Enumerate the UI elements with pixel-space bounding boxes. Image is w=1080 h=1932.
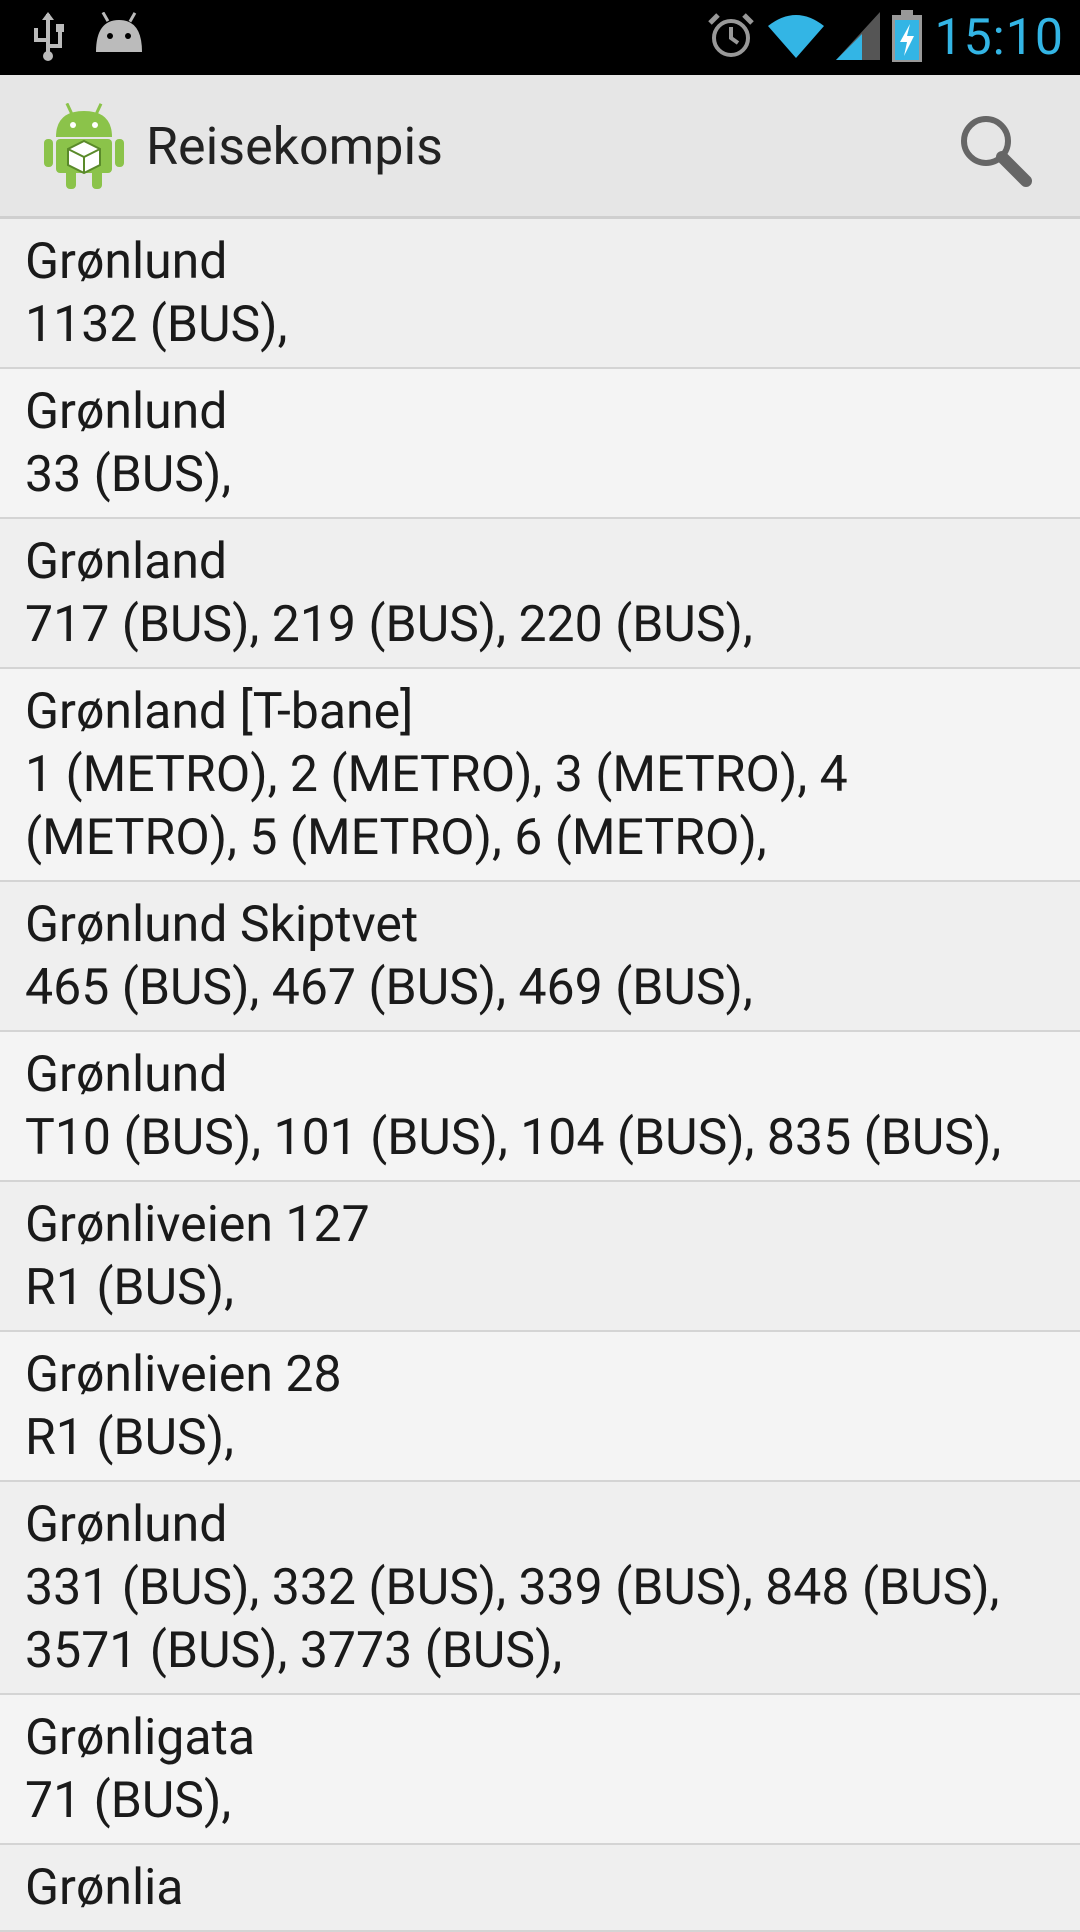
search-icon[interactable] xyxy=(950,105,1040,195)
cell-signal-icon xyxy=(836,12,881,64)
usb-icon xyxy=(30,12,66,66)
list-item[interactable]: Grønlia xyxy=(0,1845,1080,1932)
stop-routes: 331 (BUS), 332 (BUS), 339 (BUS), 848 (BU… xyxy=(25,1559,1000,1680)
wifi-icon xyxy=(768,12,825,64)
list-item[interactable]: Grønlund 1132 (BUS), xyxy=(0,219,1080,369)
stop-name: Grønliveien 28 xyxy=(25,1346,342,1404)
stop-name: Grønlund xyxy=(25,1046,228,1104)
list-item[interactable]: Grønliveien 28 R1 (BUS), xyxy=(0,1332,1080,1482)
action-bar: Reisekompis xyxy=(0,75,1080,219)
app-title: Reisekompis xyxy=(146,116,443,177)
stop-routes: 33 (BUS), xyxy=(25,446,232,504)
list-item[interactable]: Grønligata 71 (BUS), xyxy=(0,1695,1080,1845)
alarm-icon xyxy=(706,11,756,65)
list-item[interactable]: Grønland 717 (BUS), 219 (BUS), 220 (BUS)… xyxy=(0,519,1080,669)
stop-routes: R1 (BUS), xyxy=(25,1259,234,1317)
stop-name: Grønlund xyxy=(25,233,228,291)
stop-routes: T10 (BUS), 101 (BUS), 104 (BUS), 835 (BU… xyxy=(25,1109,1002,1167)
list-item[interactable]: Grønliveien 127 R1 (BUS), xyxy=(0,1182,1080,1332)
status-time: 15:10 xyxy=(934,9,1064,67)
status-bar: 15:10 xyxy=(0,0,1080,75)
stop-routes: 717 (BUS), 219 (BUS), 220 (BUS), xyxy=(25,596,753,654)
stop-name: Grønlund xyxy=(25,1496,228,1554)
stop-name: Grønland [T-bane] xyxy=(25,683,414,741)
stop-name: Grønlund xyxy=(25,383,228,441)
stop-name: Grønlund Skiptvet xyxy=(25,896,419,954)
stop-routes: R1 (BUS), xyxy=(25,1409,234,1467)
stop-name: Grønliveien 127 xyxy=(25,1196,370,1254)
list-item[interactable]: Grønlund Skiptvet 465 (BUS), 467 (BUS), … xyxy=(0,882,1080,1032)
stop-routes: 71 (BUS), xyxy=(25,1772,232,1830)
list-item[interactable]: Grønlund 33 (BUS), xyxy=(0,369,1080,519)
stop-routes: 465 (BUS), 467 (BUS), 469 (BUS), xyxy=(25,959,753,1017)
list-item[interactable]: Grønlund T10 (BUS), 101 (BUS), 104 (BUS)… xyxy=(0,1032,1080,1182)
battery-charging-icon xyxy=(892,10,923,66)
stop-routes: 1 (METRO), 2 (METRO), 3 (METRO), 4 (METR… xyxy=(25,746,848,867)
list-item[interactable]: Grønlund 331 (BUS), 332 (BUS), 339 (BUS)… xyxy=(0,1482,1080,1695)
stop-list: Grønlund 1132 (BUS), Grønlund 33 (BUS), … xyxy=(0,219,1080,1932)
android-app-icon[interactable] xyxy=(44,102,124,191)
stop-name: Grønlia xyxy=(25,1859,184,1917)
android-debug-icon xyxy=(92,11,146,66)
stop-routes: 1132 (BUS), xyxy=(25,296,288,354)
stop-name: Grønland xyxy=(25,533,228,591)
stop-name: Grønligata xyxy=(25,1709,256,1767)
list-item[interactable]: Grønland [T-bane] 1 (METRO), 2 (METRO), … xyxy=(0,669,1080,882)
